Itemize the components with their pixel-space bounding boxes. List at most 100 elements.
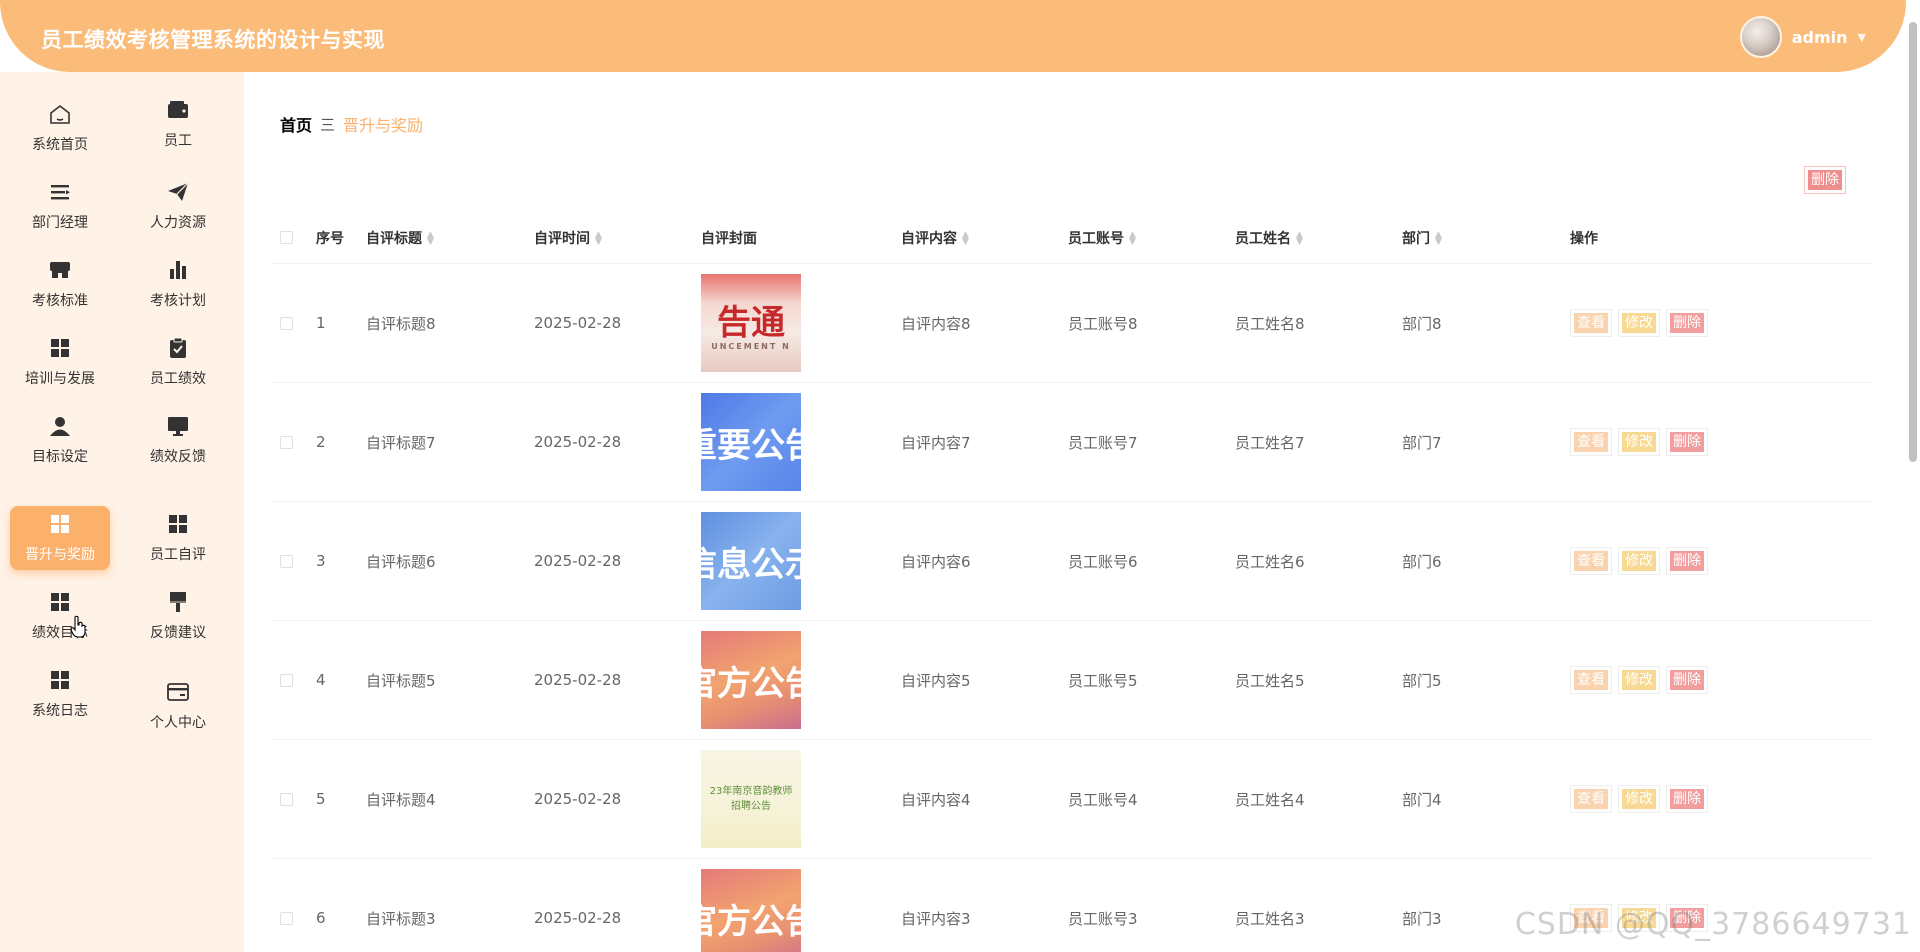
card-icon — [165, 680, 191, 704]
cell-content: 自评内容4 — [901, 790, 971, 809]
sidebar-item-hr[interactable]: 人力资源 — [128, 174, 228, 238]
sort-icon[interactable]: ▲ ▼ — [427, 230, 434, 246]
row-checkbox[interactable] — [280, 673, 293, 687]
data-table: 序号 自评标题 ▲ ▼ 自评时间 ▲ ▼ 自评封面 自评内容 ▲ ▼ 员工账号 ▲ ▼ 员工姓名… — [272, 212, 1872, 952]
table-row: 1 自评标题8 2025-02-28 告通 UNCEMENT N 自评内容8 员工… — [272, 264, 1872, 383]
sort-icon[interactable]: ▲ ▼ — [595, 230, 602, 246]
chevron-down-icon[interactable]: ▼ — [1858, 31, 1866, 44]
sidebar-item-label: 人力资源 — [150, 215, 206, 231]
view-button[interactable]: 查看 — [1570, 547, 1612, 575]
edit-button[interactable]: 修改 — [1618, 309, 1660, 337]
col-header-title[interactable]: 自评标题 ▲ ▼ — [366, 228, 534, 248]
view-label: 查看 — [1574, 432, 1608, 452]
sidebar-item-label: 员工 — [164, 133, 192, 149]
view-button[interactable]: 查看 — [1570, 309, 1612, 337]
cell-time: 2025-02-28 — [534, 433, 622, 451]
cover-image[interactable]: 重要公告 — [701, 393, 801, 491]
col-header-content[interactable]: 自评内容 ▲ ▼ — [901, 228, 1068, 248]
sidebar-item-home[interactable]: 系统首页 — [10, 96, 110, 160]
col-header-dept[interactable]: 部门 ▲ ▼ — [1402, 228, 1570, 248]
cell-title: 自评标题7 — [366, 433, 436, 452]
cover-image[interactable]: 信息公示 — [701, 512, 801, 610]
cell-time: 2025-02-28 — [534, 909, 622, 927]
table-row: 5 自评标题4 2025-02-28 23年南京音韵教师 招聘公告 自评内容4 员… — [272, 740, 1872, 859]
view-button[interactable]: 查看 — [1570, 428, 1612, 456]
cover-text: 官方公告 — [701, 663, 801, 704]
page-scrollbar[interactable] — [1906, 0, 1920, 952]
view-label: 查看 — [1574, 313, 1608, 333]
cover-image[interactable]: 23年南京音韵教师 招聘公告 — [701, 750, 801, 848]
sidebar-item-label: 目标设定 — [32, 449, 88, 465]
col-header-time[interactable]: 自评时间 ▲ ▼ — [534, 228, 701, 248]
sort-icon[interactable]: ▲ ▼ — [1296, 230, 1303, 246]
cover-image[interactable]: 官方公告 — [701, 631, 801, 729]
cell-account: 员工账号7 — [1068, 433, 1138, 452]
scrollbar-thumb[interactable] — [1909, 22, 1917, 462]
cover-text: 重要公告 — [701, 425, 801, 466]
sidebar-item-goal-setting[interactable]: 目标设定 — [10, 408, 110, 472]
sidebar-item-performance-goal[interactable]: 绩效目标 — [10, 584, 110, 648]
sort-icon[interactable]: ▲ ▼ — [1129, 230, 1136, 246]
row-checkbox[interactable] — [280, 554, 293, 568]
view-label: 查看 — [1574, 789, 1608, 809]
delete-button[interactable]: 删除 — [1666, 666, 1708, 694]
col-header-index: 序号 — [316, 230, 344, 247]
cell-content: 自评内容5 — [901, 671, 971, 690]
edit-button[interactable]: 修改 — [1618, 666, 1660, 694]
sidebar-item-assess-standard[interactable]: 考核标准 — [10, 252, 110, 316]
row-checkbox[interactable] — [280, 435, 293, 449]
edit-button[interactable]: 修改 — [1618, 547, 1660, 575]
row-checkbox[interactable] — [280, 911, 293, 925]
sidebar-item-feedback[interactable]: 绩效反馈 — [128, 408, 228, 472]
col-header-name[interactable]: 员工姓名 ▲ ▼ — [1235, 228, 1402, 248]
shop-icon — [47, 258, 73, 282]
batch-delete-button[interactable]: 删除 — [1804, 166, 1846, 194]
sort-icon[interactable]: ▲ ▼ — [962, 230, 969, 246]
sidebar-item-personal-center[interactable]: 个人中心 — [128, 674, 228, 738]
sidebar-item-label: 考核计划 — [150, 293, 206, 309]
sidebar-item-label: 考核标准 — [32, 293, 88, 309]
sidebar-item-assess-plan[interactable]: 考核计划 — [128, 252, 228, 316]
cell-account: 员工账号3 — [1068, 909, 1138, 928]
cover-text: 信息公示 — [701, 544, 801, 585]
sidebar-item-performance[interactable]: 员工绩效 — [128, 330, 228, 394]
view-button[interactable]: 查看 — [1570, 666, 1612, 694]
cell-index: 2 — [316, 433, 326, 451]
sidebar-item-label: 绩效反馈 — [150, 449, 206, 465]
cell-dept: 部门4 — [1402, 790, 1442, 809]
sort-icon[interactable]: ▲ ▼ — [1435, 230, 1442, 246]
breadcrumb-home[interactable]: 首页 — [280, 112, 312, 136]
user-menu[interactable]: admin ▼ — [1739, 16, 1866, 58]
breadcrumb-separator: 三 — [320, 115, 336, 134]
sidebar-item-promotion[interactable]: 晋升与奖励 — [10, 506, 110, 570]
col-header-account[interactable]: 员工账号 ▲ ▼ — [1068, 228, 1235, 248]
delete-button[interactable]: 删除 — [1666, 547, 1708, 575]
delete-label: 删除 — [1670, 551, 1704, 571]
cell-index: 5 — [316, 790, 326, 808]
edit-label: 修改 — [1622, 313, 1656, 333]
delete-button[interactable]: 删除 — [1666, 309, 1708, 337]
edit-button[interactable]: 修改 — [1618, 428, 1660, 456]
row-checkbox[interactable] — [280, 316, 293, 330]
edit-label: 修改 — [1622, 432, 1656, 452]
cover-image[interactable]: 告通 UNCEMENT N — [701, 274, 801, 372]
select-all-checkbox[interactable] — [280, 231, 293, 244]
sidebar-item-dept-manager[interactable]: 部门经理 — [10, 174, 110, 238]
cell-title: 自评标题5 — [366, 671, 436, 690]
sidebar-item-training[interactable]: 培训与发展 — [10, 330, 110, 394]
row-checkbox[interactable] — [280, 792, 293, 806]
delete-button[interactable]: 删除 — [1666, 785, 1708, 813]
sidebar-item-self-eval[interactable]: 员工自评 — [128, 506, 228, 570]
cover-image[interactable]: 官方公告 — [701, 869, 801, 952]
avatar[interactable] — [1739, 16, 1782, 58]
breadcrumb-current: 晋升与奖励 — [343, 116, 424, 135]
view-button[interactable]: 查看 — [1570, 785, 1612, 813]
edit-label: 修改 — [1622, 551, 1656, 571]
username[interactable]: admin — [1792, 28, 1848, 47]
edit-button[interactable]: 修改 — [1618, 785, 1660, 813]
sidebar-item-system-log[interactable]: 系统日志 — [10, 662, 110, 726]
sidebar-item-employee[interactable]: 员工 — [128, 92, 228, 156]
sidebar-item-suggestion[interactable]: 反馈建议 — [128, 584, 228, 648]
delete-button[interactable]: 删除 — [1666, 428, 1708, 456]
cell-account: 员工账号5 — [1068, 671, 1138, 690]
